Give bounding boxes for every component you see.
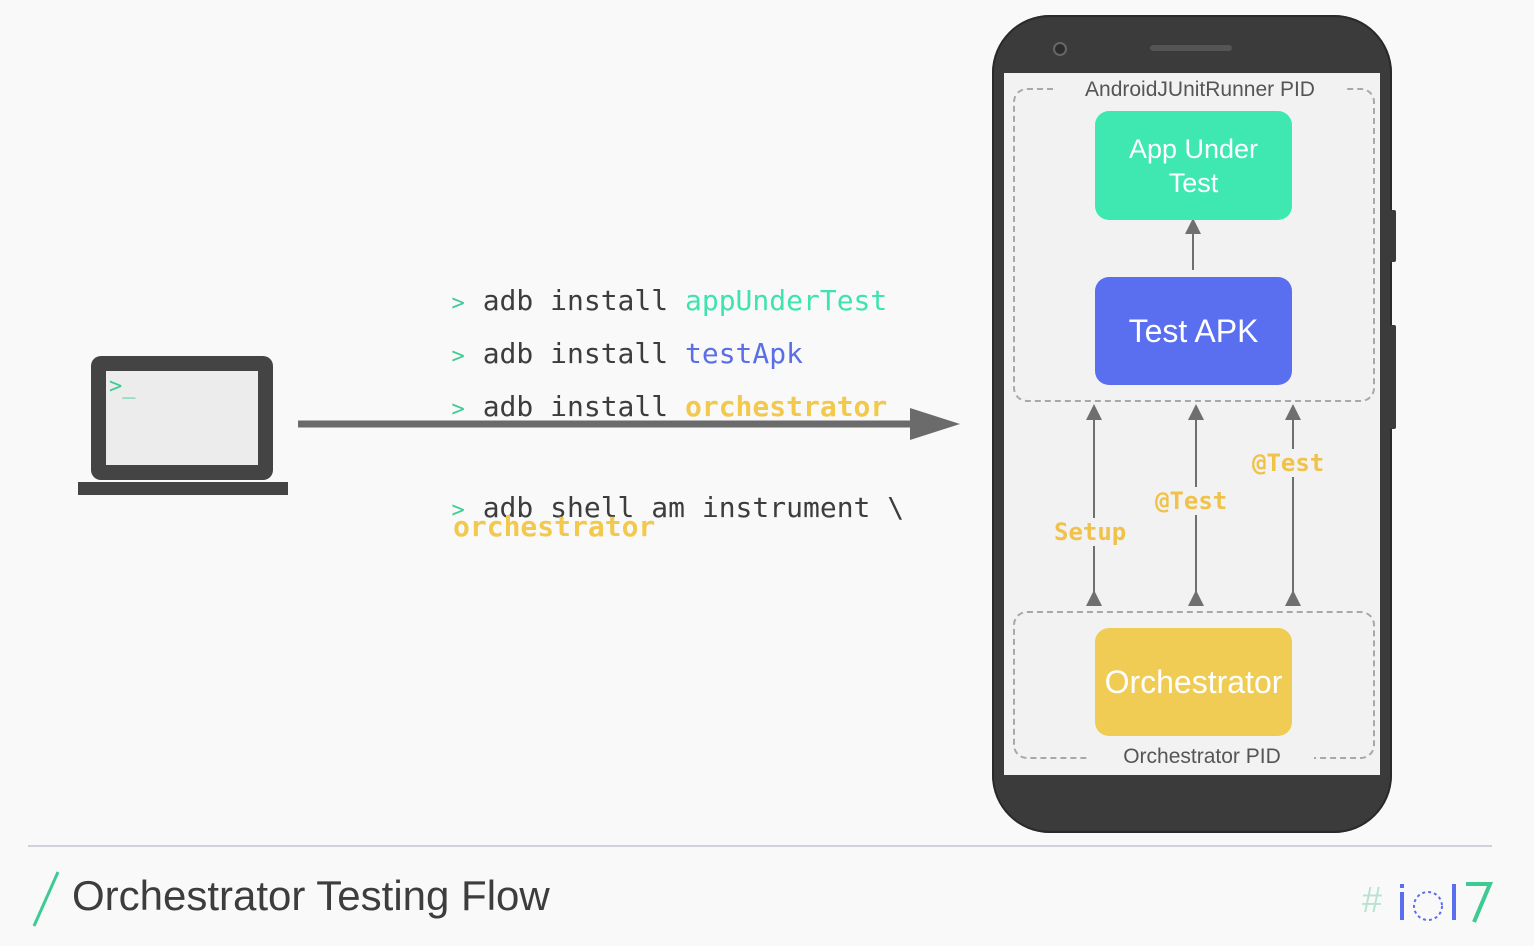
slide-title: Orchestrator Testing Flow (72, 872, 550, 919)
terminal-prompt: >_ (109, 374, 136, 399)
slash-accent-icon (32, 871, 60, 927)
footer-divider (28, 845, 1492, 847)
orchestrator-block: Orchestrator (1095, 628, 1292, 736)
svg-text:#: # (1362, 879, 1382, 920)
setup-label: Setup (1054, 518, 1127, 546)
speaker-grille (1150, 45, 1232, 51)
app-under-test-block: App Under Test (1095, 111, 1292, 220)
process-arrows (1086, 220, 1301, 606)
runner-pid-label: AndroidJUnitRunner PID (1054, 78, 1346, 102)
slide: >_ > adb install appUnderTest > adb instal… (0, 0, 1534, 946)
test-label-1: @Test (1155, 487, 1228, 515)
test-label-2: @Test (1252, 449, 1325, 477)
camera-icon (1053, 42, 1067, 56)
orchestrator-pid-label: Orchestrator PID (1090, 745, 1314, 769)
shell-command-arg: orchestrator (453, 510, 656, 543)
install-command-3: > adb install orchestrator (451, 390, 888, 423)
io17-logo: # (1362, 879, 1494, 923)
